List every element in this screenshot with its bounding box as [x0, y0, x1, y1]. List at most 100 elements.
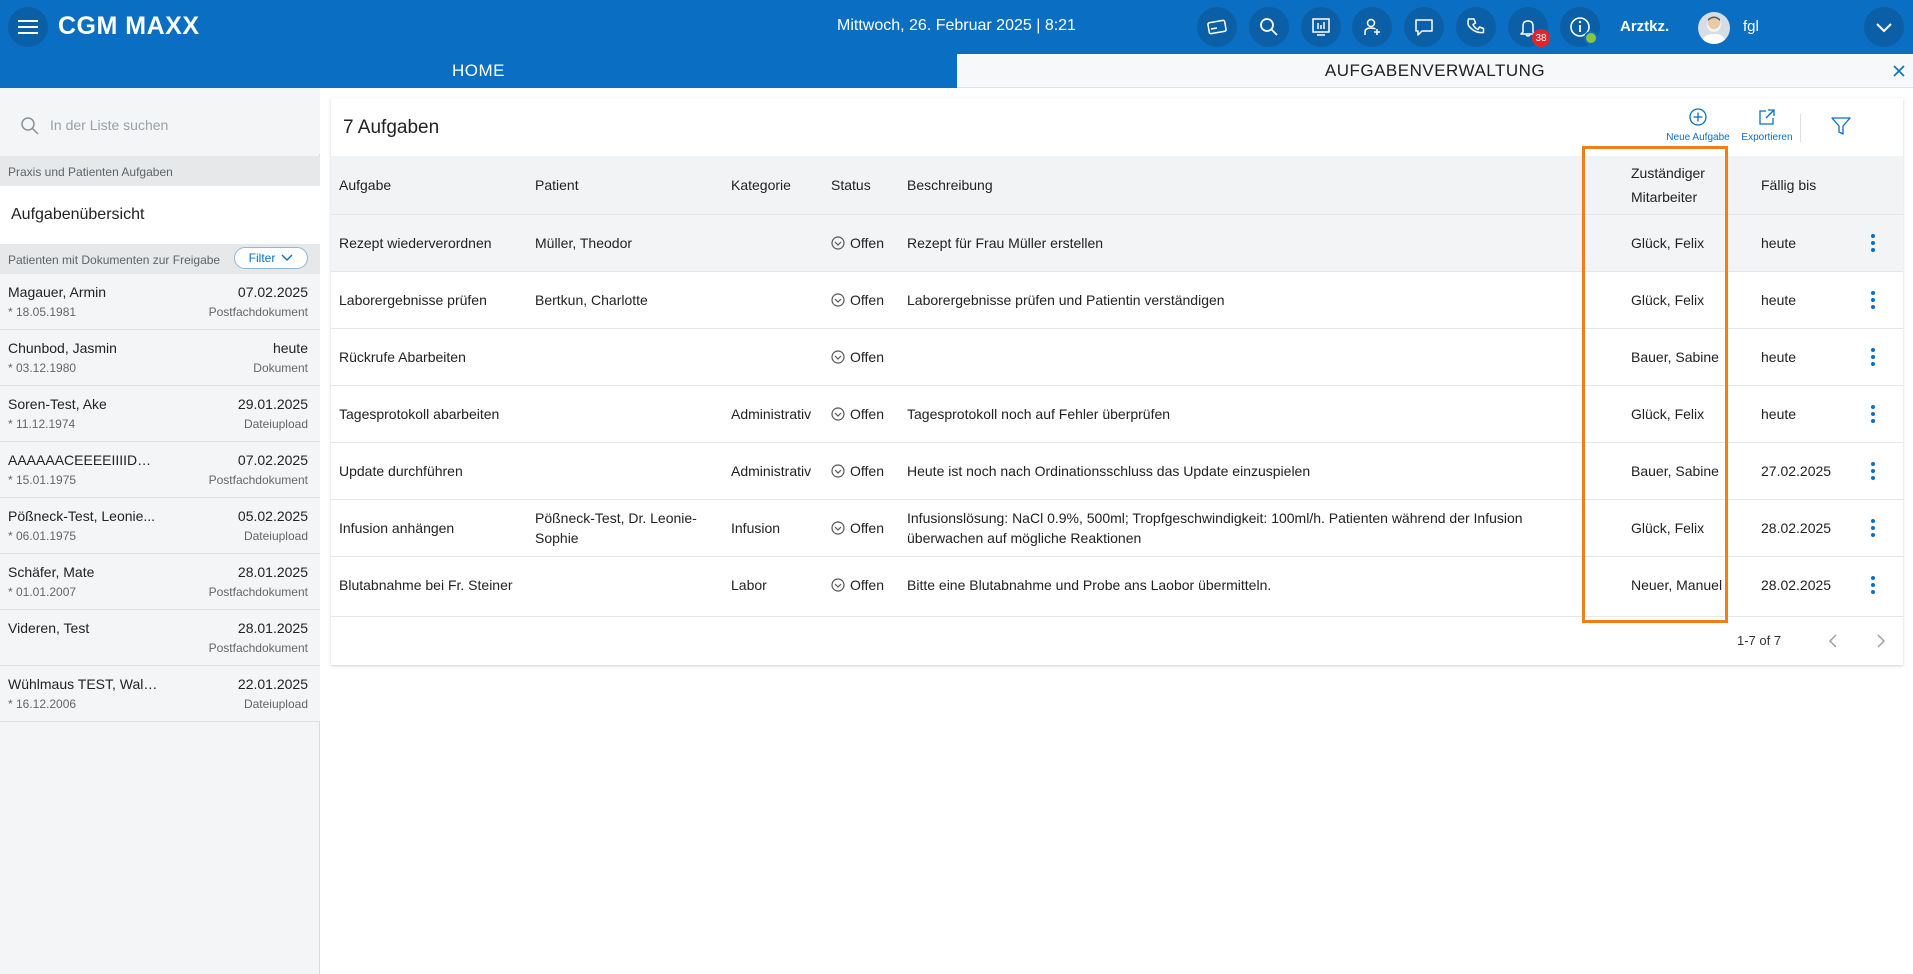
status-badge: Offen [831, 575, 891, 595]
filter-label: Filter [248, 251, 276, 265]
cell-description: Heute ist noch nach Ordinationsschluss d… [899, 441, 1593, 499]
plus-circle-icon [1689, 108, 1707, 126]
cell-description: Laborergebnisse prüfen und Patientin ver… [899, 270, 1593, 328]
cell-status: Offen [823, 555, 899, 613]
row-menu-button[interactable] [1851, 290, 1895, 310]
cell-due: heute [1739, 384, 1843, 442]
card-button[interactable] [1197, 7, 1237, 47]
cell-actions [1843, 213, 1903, 271]
document-date: 07.02.2025 [237, 452, 308, 468]
cell-category [723, 327, 823, 385]
status-label: Offen [850, 234, 884, 251]
document-date: 28.01.2025 [237, 620, 308, 636]
phone-button[interactable] [1456, 7, 1496, 47]
cell-category [723, 213, 823, 271]
cell-category: Infusion [723, 498, 823, 556]
search-button[interactable] [1249, 7, 1289, 47]
status-ok-icon [1584, 31, 1598, 45]
column-header-task[interactable]: Aufgabe [331, 156, 527, 214]
status-label: Offen [850, 519, 884, 536]
close-tab-button[interactable] [1890, 62, 1908, 80]
document-type: Dokument [253, 361, 308, 375]
document-type: Postfachdokument [208, 641, 308, 655]
cell-actions [1843, 441, 1903, 499]
patient-list-item[interactable]: Pößneck-Test, Leonie... * 06.01.1975 05.02… [0, 498, 320, 554]
patient-list-item[interactable]: Schäfer, Mate * 01.01.2007 28.01.2025 Postf… [0, 554, 320, 610]
column-header-due[interactable]: Fällig bis [1739, 156, 1843, 214]
patient-birthdate: * 06.01.1975 [8, 529, 77, 543]
patient-list-item[interactable]: Wühlmaus TEST, Wald... * 16.12.2006 22.01.… [0, 666, 320, 722]
new-task-button[interactable]: Neue Aufgabe [1663, 107, 1733, 143]
row-menu-button[interactable] [1851, 404, 1895, 424]
patient-name: Magauer, Armin [8, 284, 107, 300]
status-open-icon [831, 463, 845, 478]
cell-task: Rückrufe Abarbeiten [331, 327, 527, 385]
patient-list-item[interactable]: AAAAAACEEEEIIIIDNO... * 15.01.1975 07.02.2… [0, 442, 320, 498]
patient-list-item[interactable]: Videren, Test 28.01.2025 Postfachdokument [0, 610, 320, 666]
user-avatar-icon [1702, 16, 1726, 44]
monitor-button[interactable] [1301, 7, 1341, 47]
status-badge: Offen [831, 461, 891, 481]
chat-button[interactable] [1404, 7, 1444, 47]
tab-home[interactable]: HOME [0, 54, 957, 88]
sidebar-item-aufgabenuebersicht[interactable]: Aufgabenübersicht [0, 186, 320, 244]
document-date: 28.01.2025 [237, 564, 308, 580]
export-button[interactable]: Exportieren [1737, 107, 1797, 143]
next-page-button[interactable] [1874, 631, 1888, 656]
column-header-status[interactable]: Status [823, 156, 899, 214]
cell-due: 27.02.2025 [1739, 441, 1843, 499]
row-menu-button[interactable] [1851, 233, 1895, 253]
arztkz-label[interactable]: Arztkz. [1620, 18, 1669, 35]
row-menu-button[interactable] [1851, 518, 1895, 538]
row-menu-button[interactable] [1851, 347, 1895, 367]
cell-category: Labor [723, 555, 823, 613]
chevron-down-icon [281, 254, 293, 261]
more-vertical-icon [1871, 347, 1875, 366]
add-person-button[interactable] [1352, 7, 1392, 47]
cell-actions [1843, 498, 1903, 556]
status-open-icon [831, 578, 845, 592]
top-bar: CGM MAXX Mittwoch, 26. Februar 2025 | 8:… [0, 0, 1913, 54]
info-button[interactable] [1560, 7, 1600, 47]
patient-name: Videren, Test [8, 620, 90, 636]
search-input[interactable] [50, 112, 290, 138]
filter-button[interactable]: Filter [234, 247, 308, 269]
patient-name: Wühlmaus TEST, Wald... [8, 676, 158, 692]
document-date: 07.02.2025 [237, 284, 308, 300]
tab-aufgabenverwaltung[interactable]: AUFGABENVERWALTUNG [957, 54, 1913, 88]
user-name[interactable]: fgl [1743, 18, 1759, 35]
status-badge: Offen [831, 233, 891, 253]
document-type: Postfachdokument [208, 305, 308, 319]
patient-list-item[interactable]: Soren-Test, Ake * 11.12.1974 29.01.2025 Dat… [0, 386, 320, 442]
more-vertical-icon [1871, 290, 1875, 309]
cell-task: Laborergebnisse prüfen [331, 270, 527, 328]
new-task-label: Neue Aufgabe [1666, 132, 1730, 143]
column-header-description[interactable]: Beschreibung [899, 156, 1593, 214]
patient-list-item[interactable]: Magauer, Armin * 18.05.1981 07.02.2025 Post… [0, 274, 320, 330]
more-vertical-icon [1871, 461, 1875, 480]
cell-status: Offen [823, 270, 899, 328]
row-menu-button[interactable] [1851, 575, 1895, 595]
cell-actions [1843, 270, 1903, 328]
previous-page-button[interactable] [1826, 631, 1840, 656]
phone-icon [1467, 18, 1485, 34]
patient-birthdate: * 01.01.2007 [8, 585, 77, 599]
filter-tasks-button[interactable] [1829, 115, 1853, 140]
user-menu-button[interactable] [1864, 7, 1904, 47]
row-menu-button[interactable] [1851, 461, 1895, 481]
notifications-button[interactable]: 38 [1508, 7, 1550, 47]
funnel-icon [1831, 117, 1851, 135]
patient-list-item[interactable]: Chunbod, Jasmin * 03.12.1980 heute Dokument [0, 330, 320, 386]
person-add-icon [1364, 18, 1380, 35]
status-badge: Offen [831, 518, 891, 538]
patient-birthdate: * 03.12.1980 [8, 361, 77, 375]
toolbar-divider [1800, 114, 1801, 142]
export-label: Exportieren [1741, 132, 1793, 143]
pagination-range: 1-7 of 7 [1737, 633, 1782, 648]
more-vertical-icon [1871, 575, 1875, 594]
avatar[interactable] [1698, 12, 1730, 44]
menu-button[interactable] [8, 7, 48, 47]
chat-icon [1415, 19, 1433, 36]
column-header-category[interactable]: Kategorie [723, 156, 823, 214]
column-header-patient[interactable]: Patient [527, 156, 723, 214]
